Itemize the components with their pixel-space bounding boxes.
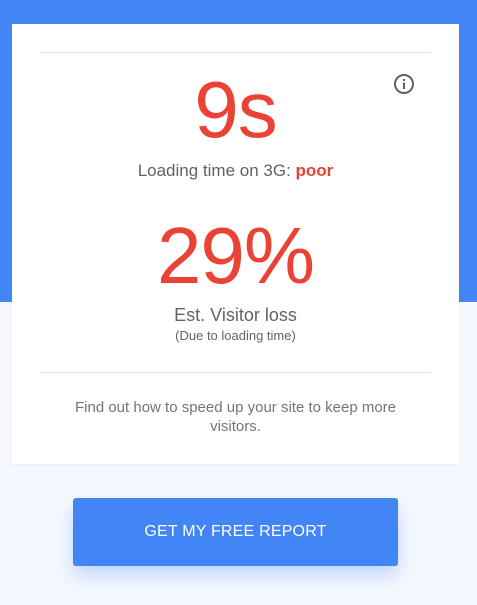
loading-time-label-text: Loading time on 3G:: [137, 161, 291, 180]
visitor-loss-value: 29%: [156, 211, 315, 300]
loading-time-rating: poor: [295, 161, 334, 180]
loading-time-label: Loading time on 3G: poor: [12, 161, 459, 181]
visitor-loss-sublabel: (Due to loading time): [175, 328, 296, 343]
loading-time-value: 9s: [194, 65, 278, 154]
top-divider: [40, 52, 431, 53]
results-card: 9s Loading time on 3G: poor 29% Est. Vis…: [12, 24, 459, 464]
bottom-divider: [40, 372, 431, 373]
get-free-report-button[interactable]: GET MY FREE REPORT: [73, 498, 398, 566]
cta-text: Find out how to speed up your site to ke…: [74, 399, 397, 435]
visitor-loss-label: Est. Visitor loss: [174, 305, 297, 325]
